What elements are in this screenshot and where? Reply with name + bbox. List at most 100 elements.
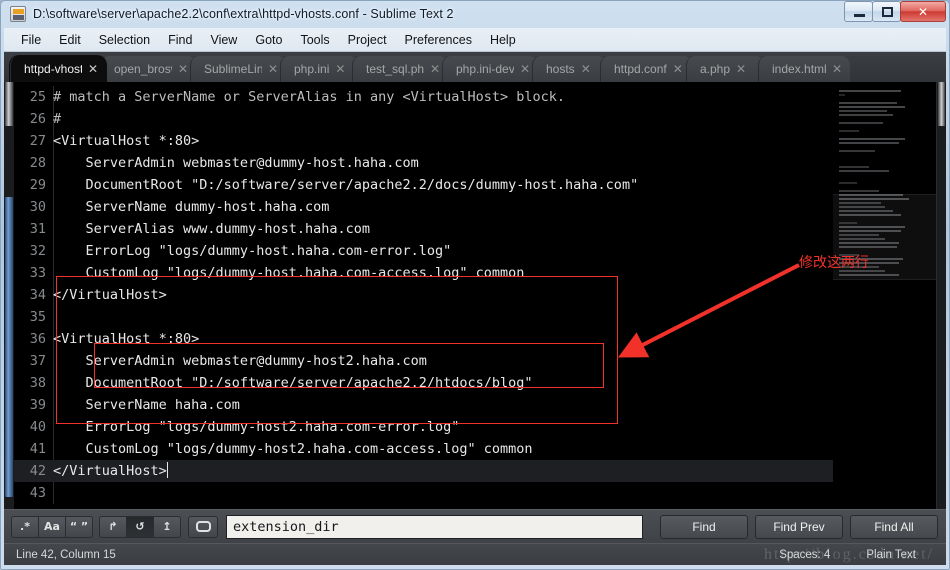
- menu-item-selection[interactable]: Selection: [90, 31, 159, 49]
- find-options-group-2: ↱ ↺ ↥: [99, 515, 181, 538]
- code-line-text: CustomLog "logs/dummy-host.haha.com-acce…: [53, 265, 525, 281]
- tab-close-icon[interactable]: ✕: [335, 63, 345, 75]
- minimap-line: [839, 102, 897, 104]
- line-number: 30: [29, 199, 46, 215]
- code-line[interactable]: ServerAlias www.dummy-host.haha.com: [50, 218, 946, 240]
- tab-close-icon[interactable]: ✕: [736, 63, 746, 75]
- tab-httpd-conf[interactable]: httpd.conf ✕: [600, 56, 692, 82]
- code-line[interactable]: # match a ServerName or ServerAlias in a…: [50, 86, 946, 108]
- find-button[interactable]: Find: [660, 514, 748, 539]
- minimap-scrollbar[interactable]: [937, 82, 946, 509]
- maximize-button[interactable]: [872, 1, 901, 22]
- regex-toggle[interactable]: .*: [11, 515, 39, 538]
- wrap-toggle[interactable]: ↱: [99, 515, 127, 538]
- code-line[interactable]: ServerName haha.com: [50, 394, 946, 416]
- menu-item-view[interactable]: View: [201, 31, 246, 49]
- scrollbar-thumb[interactable]: [5, 197, 13, 497]
- editor-area[interactable]: 25 26 27 28 29 30 31 32 33 34 35 36 37 38 39 40 41 42 43 #…: [4, 82, 946, 509]
- code-line[interactable]: CustomLog "logs/dummy-host2.haha.com-acc…: [50, 438, 946, 460]
- code-line[interactable]: </VirtualHost>: [50, 284, 946, 306]
- line-number: 28: [29, 155, 46, 171]
- in-selection-toggle[interactable]: ↺: [126, 515, 154, 538]
- vertical-scrollbar[interactable]: [4, 82, 14, 509]
- tab-label: php.ini: [294, 62, 330, 76]
- tab-test-sql-php[interactable]: test_sql.php ✕: [352, 56, 448, 82]
- code-line-text: ServerAdmin webmaster@dummy-host2.haha.c…: [53, 353, 427, 369]
- minimize-button[interactable]: [844, 1, 873, 22]
- minimap-line: [839, 170, 889, 172]
- annotation-label: 修改这两行: [799, 255, 869, 271]
- line-number: 35: [29, 309, 46, 325]
- tab-close-icon[interactable]: ✕: [520, 63, 530, 75]
- tab-close-icon[interactable]: ✕: [178, 63, 188, 75]
- menu-item-tools[interactable]: Tools: [291, 31, 338, 49]
- whole-word-toggle[interactable]: “ ”: [65, 515, 93, 538]
- tab-label: httpd-vhosts: [24, 62, 82, 76]
- tab-php-ini-deve[interactable]: php.ini-deve ✕: [442, 56, 538, 82]
- code-line[interactable]: <VirtualHost *:80>: [50, 130, 946, 152]
- close-button[interactable]: ✕: [900, 1, 946, 22]
- tab-close-icon[interactable]: ✕: [268, 63, 278, 75]
- highlight-toggle[interactable]: ↥: [153, 515, 181, 538]
- find-prev-button[interactable]: Find Prev: [755, 514, 843, 539]
- code-line[interactable]: </VirtualHost>: [50, 460, 946, 482]
- code-line-text: ServerAlias www.dummy-host.haha.com: [53, 221, 370, 237]
- preserve-case-toggle[interactable]: [188, 515, 218, 538]
- tab-label: php.ini-deve: [456, 62, 514, 76]
- minimize-icon: [854, 14, 865, 17]
- tab-close-icon[interactable]: ✕: [88, 63, 98, 75]
- search-input[interactable]: [226, 514, 643, 539]
- line-number: 27: [29, 133, 46, 149]
- tab-close-icon[interactable]: ✕: [430, 63, 440, 75]
- syntax-setting[interactable]: Plain Text: [866, 549, 916, 561]
- code-line-text: ErrorLog "logs/dummy-host.haha.com-error…: [53, 243, 452, 259]
- indent-setting[interactable]: Spaces: 4: [779, 549, 830, 561]
- line-number: 26: [29, 111, 46, 127]
- code-line[interactable]: ServerAdmin webmaster@dummy-host.haha.co…: [50, 152, 946, 174]
- tab-label: hosts: [546, 62, 575, 76]
- code-line[interactable]: [50, 482, 946, 504]
- minimap[interactable]: [833, 82, 937, 509]
- minimap-line: [839, 130, 859, 132]
- tab-a-php[interactable]: a.php ✕: [686, 56, 764, 82]
- code-line[interactable]: ServerAdmin webmaster@dummy-host2.haha.c…: [50, 350, 946, 372]
- find-bar: .*Aa“ ” ↱↺↥ Find Find Prev Find All: [4, 509, 946, 543]
- tab-close-icon[interactable]: ✕: [832, 63, 842, 75]
- code-content[interactable]: # match a ServerName or ServerAlias in a…: [50, 82, 946, 509]
- minimap-scrollbar-thumb[interactable]: [938, 82, 945, 126]
- code-line-text: ServerName haha.com: [53, 397, 240, 413]
- tab-close-icon[interactable]: ✕: [673, 63, 683, 75]
- line-number: 38: [29, 375, 46, 391]
- tab-close-icon[interactable]: ✕: [581, 63, 591, 75]
- minimap-line: [839, 110, 887, 112]
- menu-item-find[interactable]: Find: [159, 31, 201, 49]
- tab-httpd-vhosts[interactable]: httpd-vhosts ✕: [10, 56, 106, 82]
- tab-open-brosw[interactable]: open_brosw ✕: [100, 56, 196, 82]
- tab-label: a.php: [700, 62, 731, 76]
- code-line[interactable]: ErrorLog "logs/dummy-host2.haha.com-erro…: [50, 416, 946, 438]
- minimap-line: [839, 142, 899, 144]
- menu-item-goto[interactable]: Goto: [246, 31, 291, 49]
- code-line[interactable]: [50, 306, 946, 328]
- menu-item-edit[interactable]: Edit: [50, 31, 90, 49]
- menu-item-project[interactable]: Project: [339, 31, 396, 49]
- tab-sublimelinte[interactable]: SublimeLinte ✕: [190, 56, 286, 82]
- tab-index-html[interactable]: index.html ✕: [758, 56, 850, 82]
- minimap-line: [839, 122, 883, 124]
- status-right-group: Spaces: 4 Plain Text: [779, 549, 934, 561]
- tab-label: httpd.conf: [614, 62, 667, 76]
- minimap-line: [839, 94, 845, 96]
- code-line[interactable]: ServerName dummy-host.haha.com: [50, 196, 946, 218]
- code-line-text: #: [53, 111, 62, 127]
- code-line[interactable]: DocumentRoot "D:/software/server/apache2…: [50, 372, 946, 394]
- tab-php-ini[interactable]: php.ini ✕: [280, 56, 358, 82]
- find-all-button[interactable]: Find All: [850, 514, 938, 539]
- menu-item-help[interactable]: Help: [481, 31, 525, 49]
- menu-item-file[interactable]: File: [12, 31, 50, 49]
- code-line[interactable]: DocumentRoot "D:/software/server/apache2…: [50, 174, 946, 196]
- code-line[interactable]: #: [50, 108, 946, 130]
- code-line[interactable]: <VirtualHost *:80>: [50, 328, 946, 350]
- menu-item-preferences[interactable]: Preferences: [396, 31, 481, 49]
- case-sensitive-toggle[interactable]: Aa: [38, 515, 66, 538]
- tab-hosts[interactable]: hosts ✕: [532, 56, 606, 82]
